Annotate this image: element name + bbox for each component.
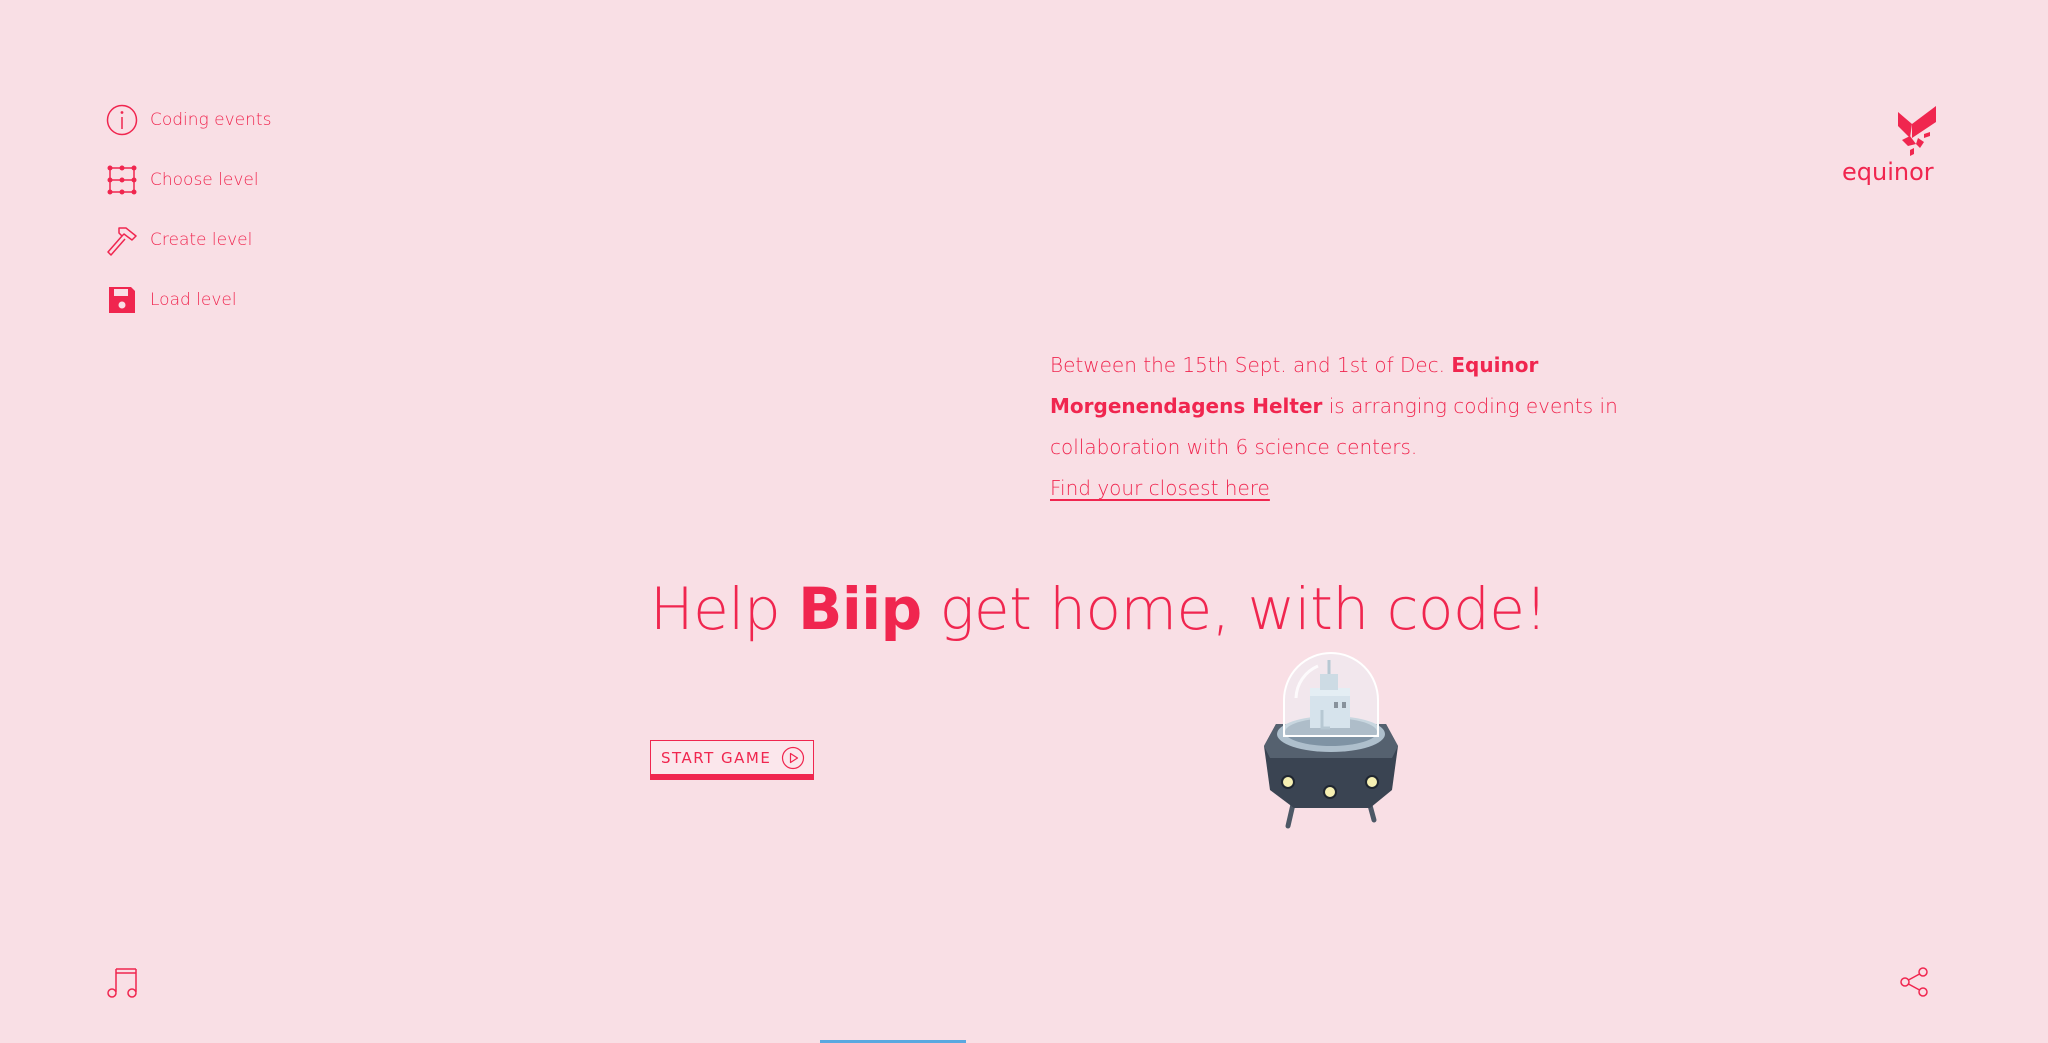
nav-label-load-level: Load level [150,290,237,310]
equinor-star-icon [1896,104,1940,160]
nav-item-coding-events[interactable]: Coding events [106,104,271,136]
start-game-label: START GAME [661,748,772,767]
start-game-button[interactable]: START GAME [650,740,814,780]
biip-robot-illustration [1258,650,1404,830]
share-button[interactable] [1898,966,1930,998]
music-toggle[interactable] [106,966,138,998]
hero-section: Help Biip get home, with code! START GAM… [650,572,1548,780]
info-text-before: Between the 15th Sept. and 1st of Dec. [1050,353,1452,377]
hero-title-part1: Help [650,575,799,643]
save-icon [106,284,138,316]
hammer-icon [106,224,138,256]
hero-title-bold: Biip [798,575,922,643]
equinor-logo[interactable]: equinor [1836,104,1946,188]
play-icon [781,746,805,770]
nav-label-coding-events: Coding events [150,110,272,130]
hero-title-part2: get home, with code! [921,575,1548,643]
info-icon [106,104,138,136]
nav-label-choose-level: Choose level [150,170,259,190]
nav-label-create-level: Create level [150,230,253,250]
coding-events-info: Between the 15th Sept. and 1st of Dec. E… [1050,345,1670,509]
nav-item-create-level[interactable]: Create level [106,224,271,256]
share-icon [1898,967,1930,1002]
main-navigation: Coding events Choose level Create level … [106,104,271,316]
nav-item-choose-level[interactable]: Choose level [106,164,271,196]
find-closest-link[interactable]: Find your closest here [1050,468,1270,509]
equinor-wordmark: equinor [1842,158,1934,186]
grid-icon [106,164,138,196]
nav-item-load-level[interactable]: Load level [106,284,271,316]
hero-title: Help Biip get home, with code! [650,572,1548,646]
music-note-icon [106,968,138,1002]
